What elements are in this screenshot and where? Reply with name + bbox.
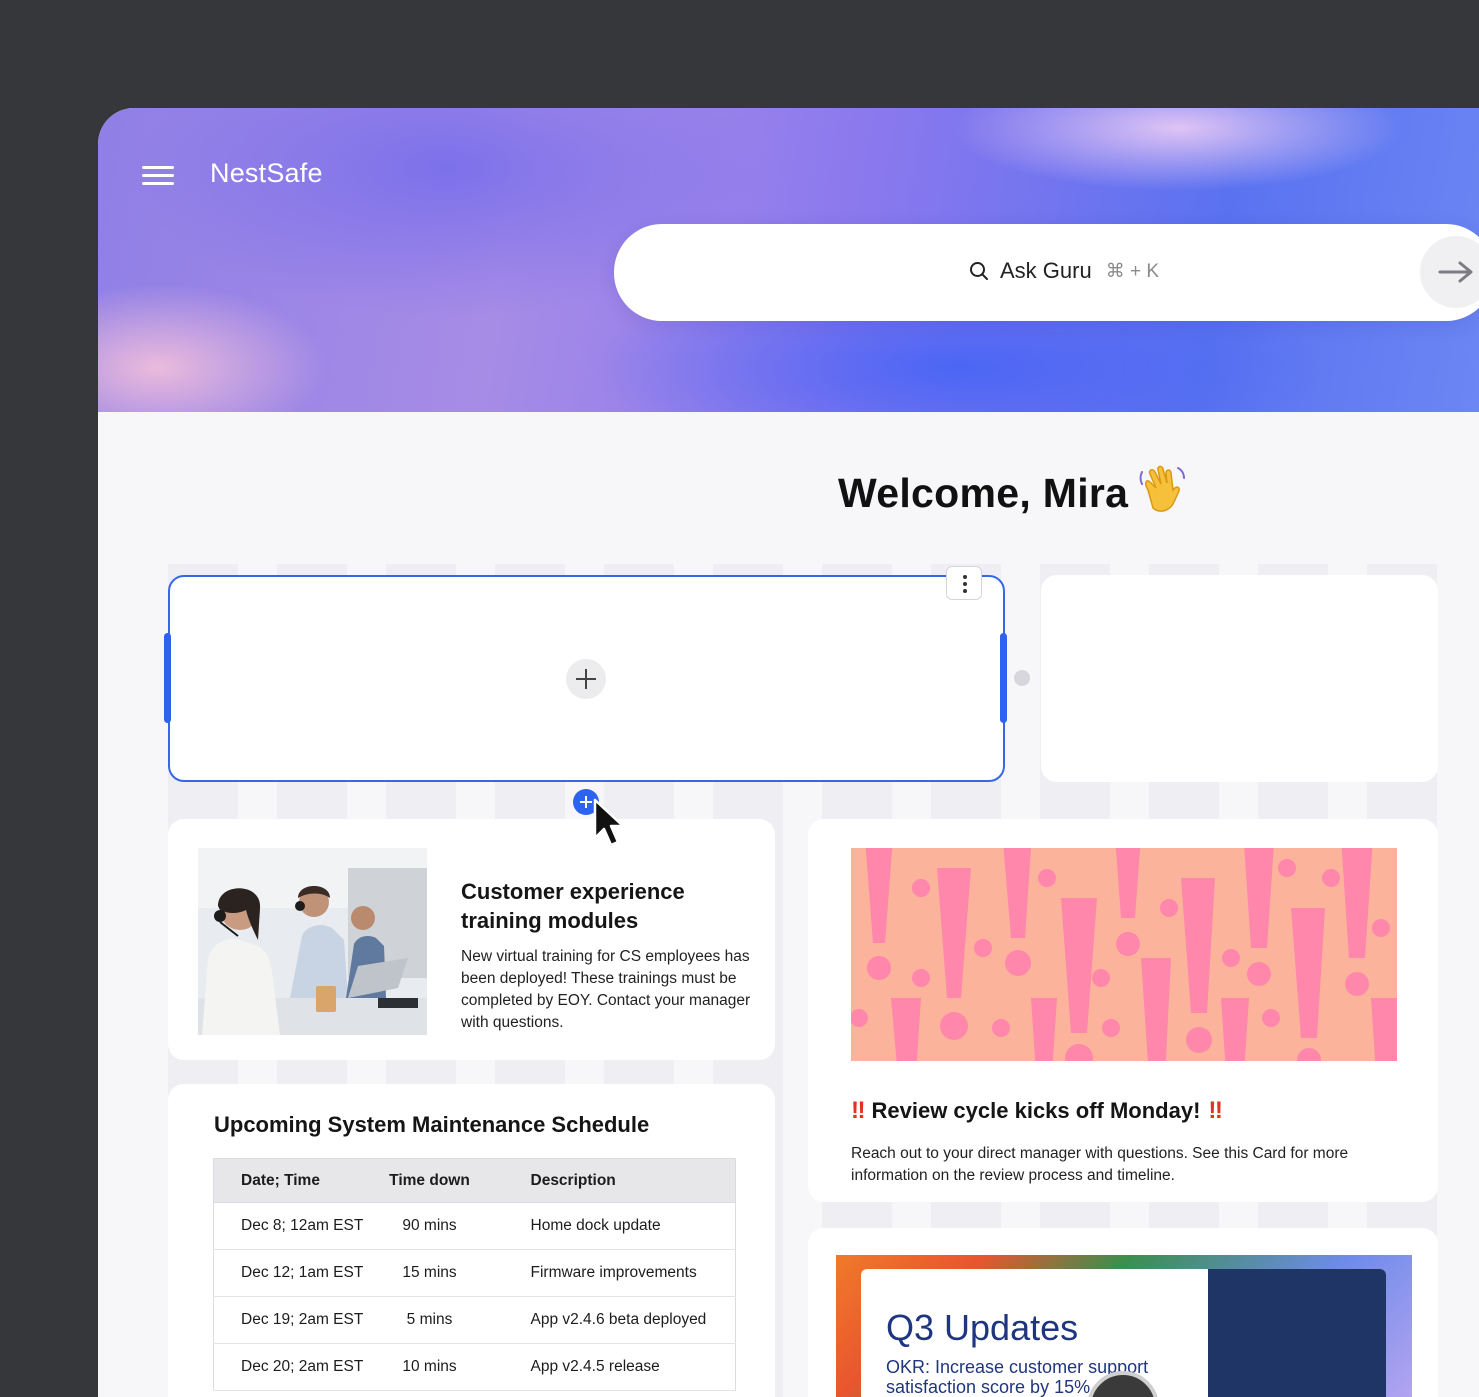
table-row: Dec 12; 1am EST 15 mins Firmware improve…: [213, 1249, 736, 1297]
double-exclamation-icon: ‼: [1208, 1097, 1222, 1124]
table-header-row: Date; Time Time down Description: [213, 1158, 736, 1203]
resize-handle-right[interactable]: [1000, 633, 1007, 723]
review-title-text: Review cycle kicks off Monday!: [871, 1098, 1201, 1123]
table-cell: Home dock update: [488, 1202, 736, 1250]
header-banner: NestSafe Ask Guru ⌘ + K: [98, 108, 1479, 412]
welcome-heading: Welcome, Mira: [838, 470, 1129, 516]
q3-cover-image: Q3 Updates OKR: Increase customer suppor…: [836, 1255, 1412, 1397]
table-cell: App v2.4.6 beta deployed: [488, 1296, 736, 1344]
exclamation-pattern-image: [851, 848, 1397, 1061]
table-cell: Dec 8; 12am EST: [213, 1202, 371, 1250]
q3-slide-panel: [1208, 1269, 1386, 1397]
double-exclamation-icon: ‼: [851, 1097, 865, 1124]
review-card-title: ‼ Review cycle kicks off Monday! ‼: [851, 1097, 1223, 1125]
table-cell: App v2.4.5 release: [488, 1343, 736, 1391]
placeholder-card[interactable]: [1041, 575, 1438, 782]
review-card-body: Reach out to your direct manager with qu…: [851, 1145, 1349, 1184]
training-card-body: New virtual training for CS employees ha…: [461, 948, 751, 1031]
table-cell: 10 mins: [370, 1343, 489, 1391]
waving-hand-icon: [1138, 464, 1186, 521]
search-submit-button[interactable]: [1420, 236, 1479, 308]
search-icon: [968, 260, 990, 282]
maintenance-table: Date; Time Time down Description Dec 8; …: [213, 1158, 736, 1391]
table-row: Dec 20; 2am EST 10 mins App v2.4.5 relea…: [213, 1343, 736, 1391]
table-cell: Dec 20; 2am EST: [213, 1343, 371, 1391]
column-header: Date; Time: [213, 1158, 371, 1203]
table-row: Dec 19; 2am EST 5 mins App v2.4.6 beta d…: [213, 1296, 736, 1344]
review-card[interactable]: ‼ Review cycle kicks off Monday! ‼ Reach…: [808, 819, 1438, 1202]
search-bar[interactable]: Ask Guru ⌘ + K: [614, 224, 1479, 321]
more-options-button[interactable]: [946, 566, 982, 600]
plus-icon: [580, 796, 592, 808]
training-card-title: Customer experience training modules: [461, 879, 685, 933]
q3-slide: Q3 Updates OKR: Increase customer suppor…: [861, 1269, 1386, 1397]
training-photo: [198, 848, 427, 1035]
training-card[interactable]: Customer experience training modules New…: [168, 819, 775, 1060]
table-cell: Dec 19; 2am EST: [213, 1296, 371, 1344]
mouse-pointer-icon: [592, 798, 626, 853]
app-window: NestSafe Ask Guru ⌘ + K Welcome, Mira Cu…: [98, 108, 1479, 1397]
table-row: Dec 8; 12am EST 90 mins Home dock update: [213, 1202, 736, 1250]
table-cell: 5 mins: [370, 1296, 489, 1344]
table-cell: 90 mins: [370, 1202, 489, 1250]
arrow-right-icon: [1438, 261, 1473, 283]
plus-icon: [576, 669, 596, 689]
table-cell: 15 mins: [370, 1249, 489, 1297]
table-cell: Dec 12; 1am EST: [213, 1249, 371, 1297]
q3-updates-card[interactable]: Q3 Updates OKR: Increase customer suppor…: [808, 1228, 1438, 1397]
column-header: Description: [488, 1158, 736, 1203]
add-card-button[interactable]: [566, 659, 606, 699]
brand-name: NestSafe: [210, 158, 323, 188]
search-label: Ask Guru: [1000, 258, 1092, 283]
maintenance-card[interactable]: Upcoming System Maintenance Schedule Dat…: [168, 1084, 775, 1397]
search-shortcut: ⌘ + K: [1105, 260, 1160, 282]
menu-icon[interactable]: [142, 164, 176, 188]
table-cell: Firmware improvements: [488, 1249, 736, 1297]
resize-handle-left[interactable]: [164, 633, 171, 723]
column-header: Time down: [370, 1158, 489, 1203]
q3-title: Q3 Updates: [886, 1307, 1079, 1348]
drop-indicator-dot: [1014, 670, 1030, 686]
maintenance-card-title: Upcoming System Maintenance Schedule: [214, 1112, 650, 1137]
